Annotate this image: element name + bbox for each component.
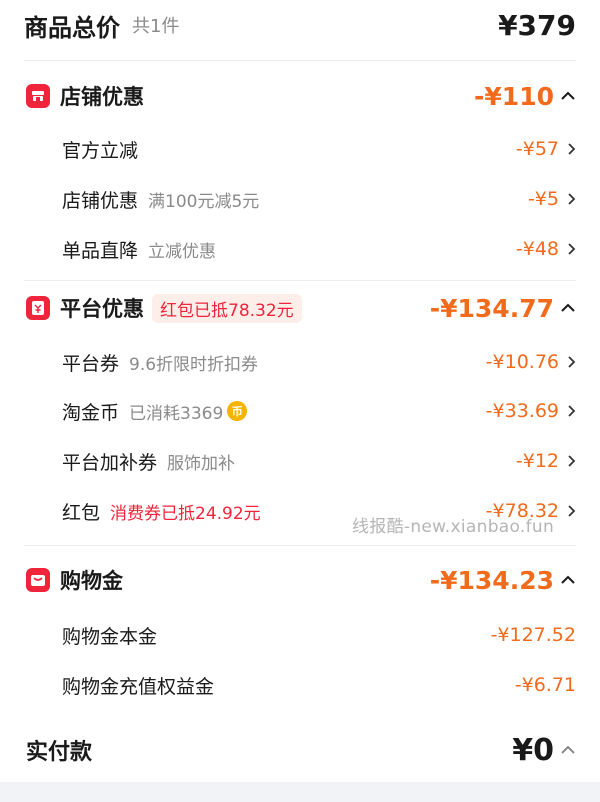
store-discount-header[interactable]: 店铺优惠 -¥110 bbox=[0, 78, 600, 114]
platform-discount-title: 平台优惠 bbox=[60, 297, 144, 321]
watermark: 线报酷-new.xianbao.fun bbox=[352, 517, 555, 537]
wallet-icon bbox=[26, 568, 50, 592]
item-amount: -¥6.71 bbox=[514, 674, 576, 696]
store-icon bbox=[26, 84, 50, 108]
platform-discount-amount: -¥134.77 bbox=[429, 293, 554, 323]
chevron-right-icon[interactable] bbox=[567, 242, 576, 256]
divider bbox=[24, 60, 576, 61]
list-item[interactable]: 平台加补券 服饰加补 -¥12 bbox=[0, 444, 600, 478]
item-note: 满100元减5元 bbox=[148, 191, 260, 212]
final-price: ¥0 bbox=[512, 732, 554, 768]
item-label: 平台加补券 bbox=[62, 451, 158, 474]
chevron-right-icon[interactable] bbox=[567, 192, 576, 206]
item-amount: -¥12 bbox=[515, 450, 559, 472]
item-label: 购物金充值权益金 bbox=[62, 675, 215, 698]
platform-icon bbox=[26, 296, 50, 320]
summary-title: 商品总价 bbox=[24, 13, 120, 42]
list-item[interactable]: 官方立减 -¥57 bbox=[0, 132, 600, 166]
item-amount: -¥33.69 bbox=[485, 400, 559, 422]
chevron-right-icon[interactable] bbox=[567, 404, 576, 418]
chevron-right-icon[interactable] bbox=[567, 454, 576, 468]
chevron-up-icon[interactable] bbox=[560, 574, 576, 586]
item-label: 官方立减 bbox=[62, 139, 139, 162]
final-label: 实付款 bbox=[26, 740, 93, 765]
list-item[interactable]: 平台券 9.6折限时折扣券 -¥10.76 bbox=[0, 345, 600, 379]
chevron-up-icon[interactable] bbox=[560, 302, 576, 314]
item-label: 淘金币 bbox=[62, 401, 120, 424]
item-amount: -¥127.52 bbox=[490, 624, 576, 646]
item-amount: -¥10.76 bbox=[485, 351, 559, 373]
list-item: 购物金本金 -¥127.52 bbox=[0, 618, 600, 652]
summary-count: 共1件 bbox=[132, 16, 180, 37]
chevron-up-icon[interactable] bbox=[560, 90, 576, 102]
item-amount: -¥57 bbox=[515, 138, 559, 160]
shopping-money-header[interactable]: 购物金 -¥134.23 bbox=[0, 562, 600, 598]
item-label: 红包 bbox=[62, 501, 101, 524]
final-payment-row[interactable]: 实付款 ¥0 bbox=[0, 728, 600, 772]
chevron-right-icon[interactable] bbox=[567, 504, 576, 518]
item-note: 消费券已抵24.92元 bbox=[110, 503, 261, 524]
summary-price: ¥379 bbox=[498, 8, 576, 42]
store-discount-amount: -¥110 bbox=[474, 81, 554, 111]
shopping-money-amount: -¥134.23 bbox=[429, 565, 554, 595]
divider bbox=[24, 280, 576, 281]
list-item: 购物金充值权益金 -¥6.71 bbox=[0, 668, 600, 702]
item-amount: -¥5 bbox=[527, 188, 559, 210]
item-amount: -¥48 bbox=[515, 238, 559, 260]
list-item[interactable]: 单品直降 立减优惠 -¥48 bbox=[0, 232, 600, 266]
item-label: 店铺优惠 bbox=[62, 189, 139, 212]
chevron-right-icon[interactable] bbox=[567, 355, 576, 369]
bottom-bar bbox=[0, 782, 600, 802]
item-label: 单品直降 bbox=[62, 239, 139, 262]
item-note: 服饰加补 bbox=[167, 453, 236, 474]
item-label: 购物金本金 bbox=[62, 625, 158, 648]
item-note: 已消耗3369 bbox=[129, 403, 224, 424]
shopping-money-title: 购物金 bbox=[60, 569, 123, 593]
item-note: 立减优惠 bbox=[148, 241, 217, 262]
coin-icon: 币 bbox=[227, 401, 248, 421]
list-item[interactable]: 店铺优惠 满100元减5元 -¥5 bbox=[0, 182, 600, 216]
divider bbox=[24, 545, 576, 546]
chevron-up-icon[interactable] bbox=[560, 744, 576, 756]
item-label: 平台券 bbox=[62, 352, 120, 375]
platform-discount-header[interactable]: 平台优惠 红包已抵78.32元 -¥134.77 bbox=[0, 290, 600, 326]
red-packet-badge: 红包已抵78.32元 bbox=[152, 293, 302, 323]
store-discount-title: 店铺优惠 bbox=[60, 85, 144, 109]
item-note: 9.6折限时折扣券 bbox=[129, 354, 259, 375]
chevron-right-icon[interactable] bbox=[567, 142, 576, 156]
list-item[interactable]: 淘金币 已消耗3369 币 -¥33.69 bbox=[0, 394, 600, 428]
summary-row: 商品总价 共1件 ¥379 bbox=[0, 4, 600, 46]
